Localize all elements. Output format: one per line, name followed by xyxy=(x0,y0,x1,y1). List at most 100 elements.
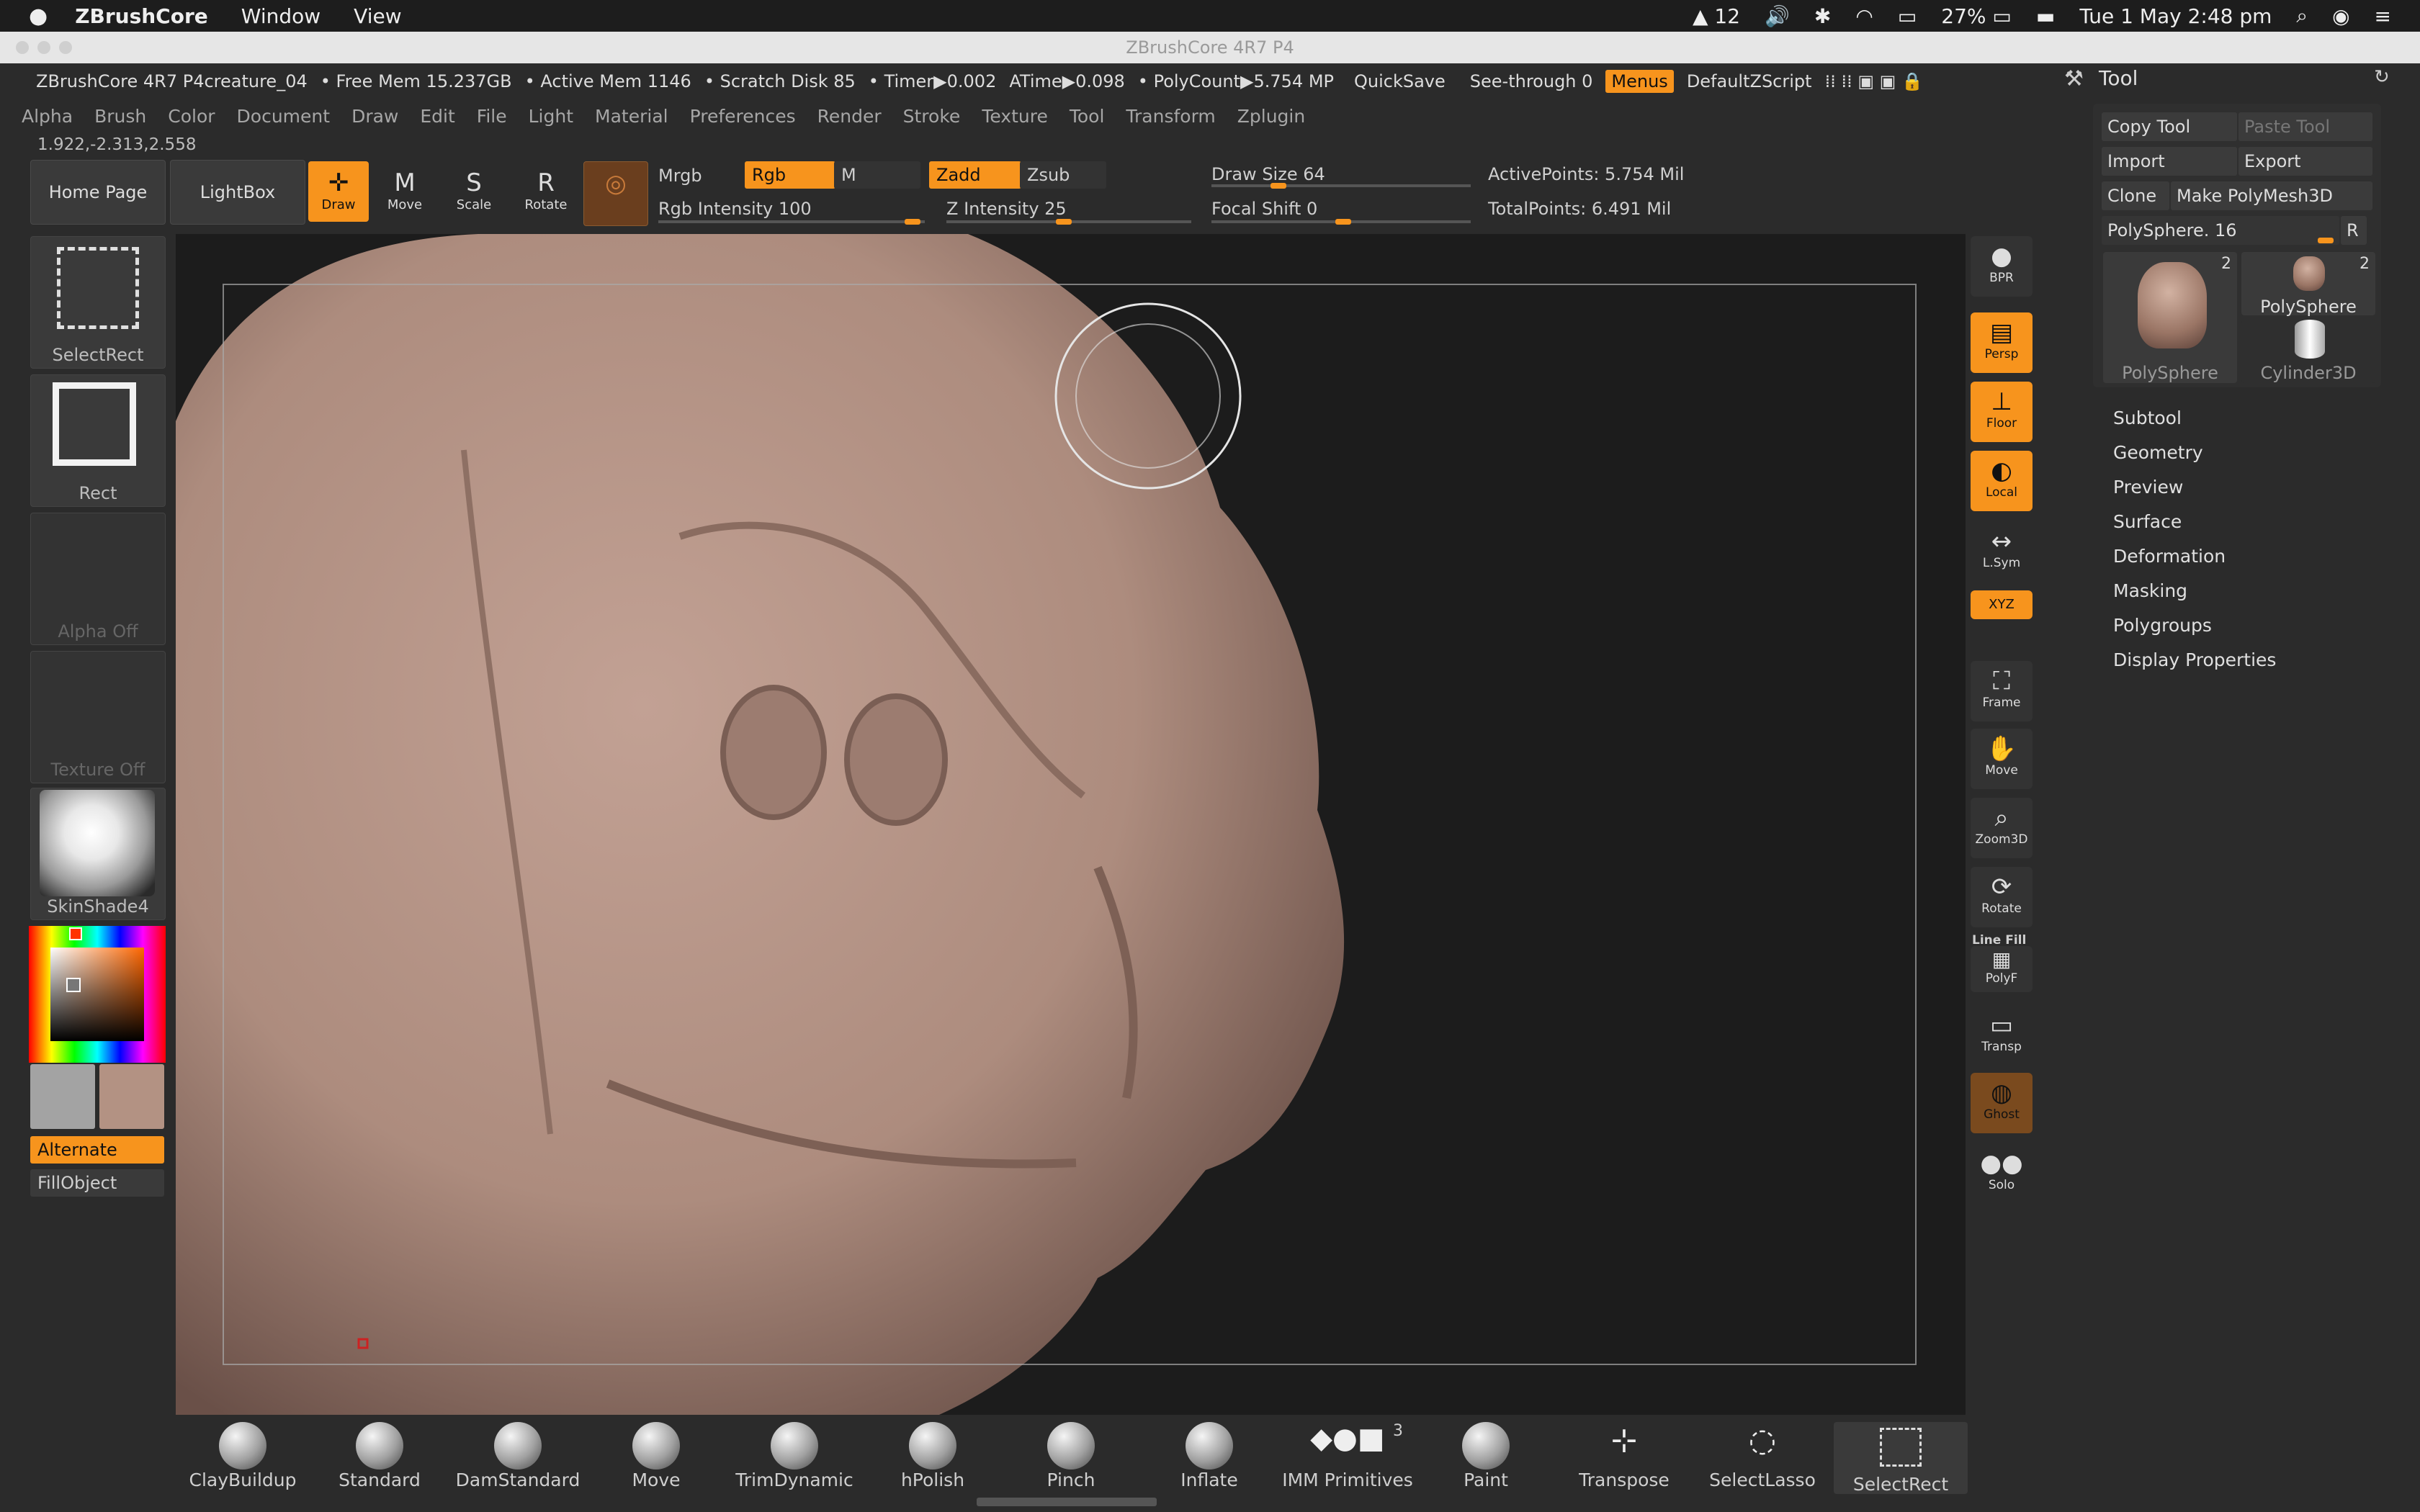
menu-light[interactable]: Light xyxy=(529,106,573,127)
material-tile[interactable]: SkinShade4 xyxy=(30,788,166,920)
zsub-button[interactable]: Zsub xyxy=(1020,161,1106,189)
document-canvas[interactable] xyxy=(176,234,1966,1415)
menu-edit[interactable]: Edit xyxy=(420,106,454,127)
menu-color[interactable]: Color xyxy=(168,106,215,127)
menu-file[interactable]: File xyxy=(477,106,507,127)
paste-tool-button[interactable]: Paste Tool xyxy=(2238,112,2372,141)
tool-thumb-polysphere-main[interactable]: 2 PolySphere xyxy=(2103,252,2237,383)
layout-icons[interactable]: ⁞⁞ ⁞⁞ ▣ ▣ 🔒 xyxy=(1825,71,1923,91)
focal-shift-slider[interactable]: Focal Shift 0 xyxy=(1211,199,1317,219)
clock[interactable]: Tue 1 May 2:48 pm xyxy=(2079,4,2272,28)
notification-icon[interactable]: ≡ xyxy=(2375,4,2391,28)
secondary-color-swatch[interactable] xyxy=(30,1064,95,1129)
local-button[interactable]: ◐ Local xyxy=(1971,451,2033,511)
menu-material[interactable]: Material xyxy=(595,106,668,127)
menu-zplugin[interactable]: Zplugin xyxy=(1237,106,1305,127)
polygroups-menu[interactable]: Polygroups xyxy=(2113,615,2212,636)
clone-button[interactable]: Clone xyxy=(2102,181,2169,210)
wifi-icon[interactable]: ◠ xyxy=(1855,4,1873,28)
apple-icon[interactable]: ● xyxy=(29,4,48,29)
subtool-menu[interactable]: Subtool xyxy=(2113,408,2182,428)
menu-document[interactable]: Document xyxy=(237,106,331,127)
preview-menu[interactable]: Preview xyxy=(2113,477,2183,498)
minimize-window-button[interactable] xyxy=(37,41,50,54)
brush-selectrect[interactable]: SelectRect xyxy=(1834,1422,1968,1495)
zoom3d-button[interactable]: ⌕ Zoom3D xyxy=(1971,798,2033,858)
persp-button[interactable]: ▤ Persp xyxy=(1971,312,2033,373)
brush-claybuildup[interactable]: ClayBuildup xyxy=(176,1422,310,1494)
menus-button[interactable]: Menus xyxy=(1605,70,1674,93)
brush-inflate[interactable]: Inflate xyxy=(1142,1422,1276,1494)
copy-tool-button[interactable]: Copy Tool xyxy=(2102,112,2237,141)
polysphere-slider[interactable]: PolySphere. 16 xyxy=(2102,216,2339,245)
menu-alpha[interactable]: Alpha xyxy=(22,106,73,127)
display-properties-menu[interactable]: Display Properties xyxy=(2113,649,2276,670)
move-mode-button[interactable]: M Move xyxy=(375,161,435,222)
brush-imm-primitives[interactable]: ◆●■ IMM Primitives 3 xyxy=(1281,1422,1415,1494)
r-button[interactable]: R xyxy=(2341,216,2367,245)
zoom-window-button[interactable] xyxy=(59,41,72,54)
floor-button[interactable]: ⊥ Floor xyxy=(1971,382,2033,442)
texture-tile[interactable]: Texture Off xyxy=(30,651,166,783)
fillobject-button[interactable]: FillObject xyxy=(30,1169,164,1197)
quicksave-button[interactable]: QuickSave xyxy=(1354,71,1446,91)
rotate-view-button[interactable]: ⟳ Rotate xyxy=(1971,867,2033,927)
close-window-button[interactable] xyxy=(16,41,29,54)
rgb-intensity-knob[interactable] xyxy=(905,219,920,225)
menu-texture[interactable]: Texture xyxy=(982,106,1048,127)
app-menu[interactable]: ZBrushCore xyxy=(75,4,208,28)
menu-view[interactable]: View xyxy=(354,4,401,28)
focal-shift-knob[interactable] xyxy=(1335,219,1351,225)
menu-tool[interactable]: Tool xyxy=(1070,106,1105,127)
export-button[interactable]: Export xyxy=(2238,147,2372,176)
tool-thumb-polysphere[interactable]: 2 PolySphere xyxy=(2241,252,2375,317)
brush-standard[interactable]: Standard xyxy=(313,1422,447,1494)
color-picker[interactable] xyxy=(29,926,166,1063)
brush-paint[interactable]: Paint xyxy=(1419,1422,1553,1494)
tool-thumb-cylinder[interactable]: Cylinder3D xyxy=(2241,320,2375,383)
reset-icon[interactable]: ↻ xyxy=(2374,66,2390,88)
adobe-icon[interactable]: ▲ 12 xyxy=(1693,4,1740,28)
draw-size-track[interactable] xyxy=(1211,184,1471,187)
brush-damstandard[interactable]: DamStandard xyxy=(451,1422,585,1494)
surface-menu[interactable]: Surface xyxy=(2113,511,2182,532)
polysphere-slider-knob[interactable] xyxy=(2318,238,2334,243)
airplay-icon[interactable]: ▭ xyxy=(1898,4,1917,28)
mrgb-button[interactable]: Mrgb xyxy=(658,166,702,186)
masking-menu[interactable]: Masking xyxy=(2113,580,2187,601)
zscript-label[interactable]: DefaultZScript xyxy=(1687,71,1812,91)
polyf-button[interactable]: ▦ PolyF xyxy=(1971,946,2033,992)
rgb-button[interactable]: Rgb xyxy=(745,161,835,189)
bluetooth-icon[interactable]: ✱ xyxy=(1814,4,1831,28)
see-through-slider[interactable]: See-through 0 xyxy=(1470,71,1593,91)
rgb-intensity-track[interactable] xyxy=(658,220,925,223)
brush-hpolish[interactable]: hPolish xyxy=(866,1422,1000,1494)
brush-transpose[interactable]: ⊹ Transpose xyxy=(1557,1422,1691,1494)
import-button[interactable]: Import xyxy=(2102,147,2237,176)
brush-trimdynamic[interactable]: TrimDynamic xyxy=(727,1422,861,1494)
active-brush-button[interactable]: ◎ xyxy=(583,161,648,226)
alternate-button[interactable]: Alternate xyxy=(30,1136,164,1164)
draw-size-knob[interactable] xyxy=(1270,183,1286,189)
move-view-button[interactable]: ✋ Move xyxy=(1971,729,2033,789)
z-intensity-knob[interactable] xyxy=(1056,219,1072,225)
hue-cursor[interactable] xyxy=(69,927,82,940)
menu-render[interactable]: Render xyxy=(817,106,882,127)
home-page-button[interactable]: Home Page xyxy=(30,160,166,225)
solo-button[interactable]: ●● Solo xyxy=(1971,1143,2033,1204)
draw-size-slider[interactable]: Draw Size 64 xyxy=(1211,164,1325,184)
brush-move[interactable]: Move xyxy=(589,1422,723,1494)
m-button[interactable]: M xyxy=(834,161,920,189)
scale-mode-button[interactable]: S Scale xyxy=(444,161,504,222)
ghost-button[interactable]: ◍ Ghost xyxy=(1971,1073,2033,1133)
geometry-menu[interactable]: Geometry xyxy=(2113,442,2203,463)
color-saturation-square[interactable] xyxy=(50,948,144,1041)
spotlight-icon[interactable]: ⌕ xyxy=(2296,4,2308,28)
menu-preferences[interactable]: Preferences xyxy=(690,106,796,127)
draw-button[interactable]: ✛ Draw xyxy=(308,161,369,222)
menu-transform[interactable]: Transform xyxy=(1126,106,1215,127)
bpr-button[interactable]: ● BPR xyxy=(1971,236,2033,297)
menu-window[interactable]: Window xyxy=(241,4,321,28)
menu-draw[interactable]: Draw xyxy=(351,106,398,127)
deformation-menu[interactable]: Deformation xyxy=(2113,546,2226,567)
